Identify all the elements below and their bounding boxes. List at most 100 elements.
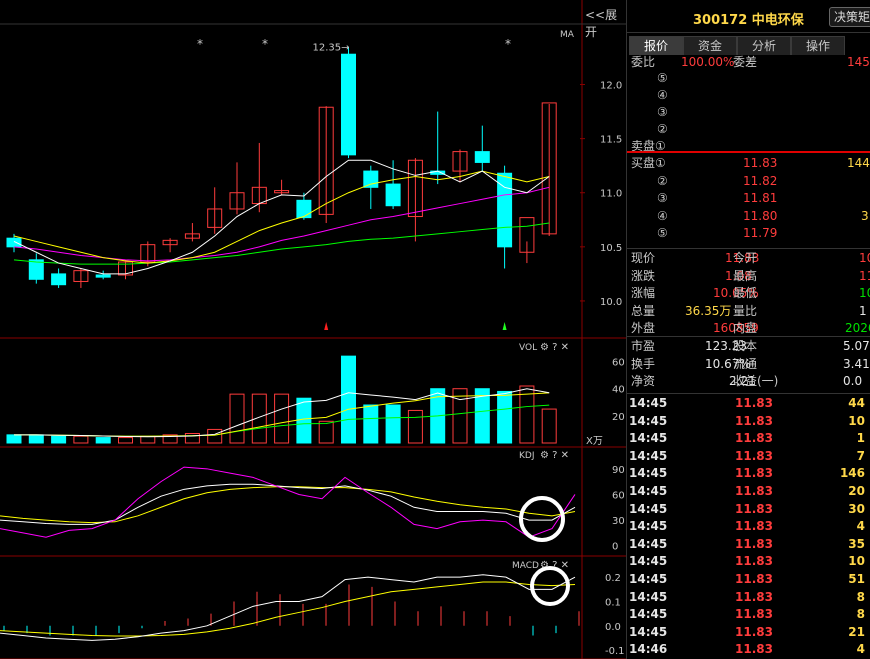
quote-label2: 今开 xyxy=(733,251,758,265)
tick-row: 14:45 11.83 35 xyxy=(629,536,869,553)
price-tick-label: 10.5 xyxy=(600,243,622,254)
tab-2[interactable]: 分析 xyxy=(737,36,791,55)
tick-price: 11.83 xyxy=(735,396,773,410)
stats-row: 换手 10.67% 流通 3.41 xyxy=(629,356,870,373)
price-tick-label: 12.0 xyxy=(600,81,622,92)
tick-volume: 44 xyxy=(848,396,865,410)
ma-label: MA xyxy=(560,30,575,40)
buy-row: 买盘① 11.83 1449 xyxy=(629,155,870,172)
stats-value2: 5.07 xyxy=(843,339,870,353)
candle-body xyxy=(363,170,379,188)
quote-row: 涨幅10.05%最低10 xyxy=(629,285,870,302)
volume-bar xyxy=(296,397,312,444)
kdj-tick-label: 60 xyxy=(612,490,625,501)
sell-label: ④ xyxy=(657,88,668,102)
quote-row: 外盘160859内盘2026 xyxy=(629,320,870,337)
macd-tick-label: 0.1 xyxy=(605,597,621,608)
marker-star: * xyxy=(505,37,511,51)
ma20-line xyxy=(13,186,550,262)
decision-matrix-button[interactable]: 决策矩阵 xyxy=(829,7,870,27)
tab-1[interactable]: 资金 xyxy=(683,36,737,55)
tick-price: 11.83 xyxy=(735,536,773,551)
signal-arrow-up xyxy=(324,322,329,330)
buy-volume: 1449 xyxy=(847,156,870,170)
stock-title: 300172 中电环保 xyxy=(693,13,804,28)
volume-bar xyxy=(95,437,111,444)
tick-volume: 146 xyxy=(839,466,865,481)
tick-price: 11.83 xyxy=(735,484,773,498)
quote-label: 涨跌 xyxy=(631,268,656,283)
vol-ma20-line xyxy=(14,404,550,437)
tick-row: 14:45 11.83 8 xyxy=(629,589,869,606)
tick-price: 11.83 xyxy=(735,519,773,534)
separator xyxy=(627,248,870,249)
tab-3[interactable]: 操作 xyxy=(791,36,845,55)
chart-area: 12.0 11.5 11.0 10.5 10.0 MA * * * 12.35→ VOL ⚙ ? ✕ 6… xyxy=(0,0,626,659)
weibi-label: 委比 xyxy=(631,55,656,69)
kdj-tick-label: 30 xyxy=(612,516,625,527)
candle-body xyxy=(6,237,22,248)
buy-price: 11.83 xyxy=(743,156,778,170)
vol-label: VOL xyxy=(519,343,537,353)
quote-value2: 1 xyxy=(859,303,867,318)
volume-bar xyxy=(229,393,245,444)
kdj-tick-label: 0 xyxy=(612,542,618,553)
volume-bar xyxy=(6,434,22,444)
tick-volume: 8 xyxy=(856,589,865,604)
tick-price: 11.83 xyxy=(735,554,773,569)
weicha-label: 委差 xyxy=(733,55,758,69)
marker-star: * xyxy=(262,37,268,51)
weibi-value: 100.00% xyxy=(681,55,735,69)
kdj-label: KDJ xyxy=(519,451,535,461)
expand-button[interactable]: <<展开 xyxy=(585,6,626,40)
tick-row: 14:46 11.83 4 xyxy=(629,641,869,658)
tick-row: 14:45 11.83 44 xyxy=(629,395,869,412)
tick-time: 14:45 xyxy=(629,448,668,463)
buy-price: 11.81 xyxy=(743,191,778,205)
buy-label: 买盘① xyxy=(631,156,666,170)
volume-bar xyxy=(363,404,379,444)
volume-bar xyxy=(341,355,356,444)
macd-tick-label: 0.2 xyxy=(605,573,621,584)
tick-time: 14:45 xyxy=(629,466,668,481)
tick-row: 14:45 11.83 10 xyxy=(629,413,869,430)
weicha-value: 1452 xyxy=(847,55,870,69)
macd-tick-label: -0.1 xyxy=(605,646,625,657)
tick-row: 14:45 11.83 8 xyxy=(629,606,869,623)
tick-price: 11.83 xyxy=(735,466,773,481)
volume-bar xyxy=(118,437,133,444)
stats-row: 净资 2.21 收益(一) 0.0 xyxy=(629,373,869,390)
price-tick-label: 11.0 xyxy=(600,189,622,200)
candle-body xyxy=(296,199,312,219)
tick-volume: 51 xyxy=(848,572,865,586)
vol-controls: ⚙ ? ✕ xyxy=(540,342,569,353)
kdj-controls: ⚙ ? ✕ xyxy=(540,450,569,461)
tick-row: 14:45 11.83 7 xyxy=(629,448,869,465)
vol-tick-label: 60 xyxy=(612,358,625,369)
stats-row: 市盈 123.23 股本 5.07 xyxy=(629,338,870,355)
quote-row: 涨跌1.08最高11 xyxy=(629,268,870,285)
volume-bar xyxy=(274,393,290,444)
tick-time: 14:45 xyxy=(629,589,668,604)
tab-0[interactable]: 报价 xyxy=(629,36,683,55)
tick-time: 14:45 xyxy=(629,572,668,586)
volume-bar xyxy=(407,409,423,444)
tick-volume: 10 xyxy=(848,413,865,428)
stats-value2: 0.0 xyxy=(843,374,863,388)
candle-body xyxy=(28,259,44,280)
quote-value2: 11 xyxy=(859,268,870,283)
tick-time: 14:45 xyxy=(629,501,668,516)
vol-tick-label: 20 xyxy=(612,412,625,423)
tick-volume: 7 xyxy=(856,448,865,463)
tick-time: 14:45 xyxy=(629,484,668,498)
quote-value: 36.35万 xyxy=(685,303,732,318)
quote-header: 300172 中电环保 决策矩阵 xyxy=(627,0,870,33)
tick-row: 14:45 11.83 146 xyxy=(629,465,869,482)
tick-volume: 21 xyxy=(848,624,865,639)
vol-tick-label: 40 xyxy=(612,385,625,396)
tick-price: 11.83 xyxy=(735,607,773,622)
quote-row: 总量 36.35万 量比 1 xyxy=(629,303,869,320)
vol-unit-label: X万 xyxy=(586,436,603,447)
tick-time: 14:45 xyxy=(629,607,668,622)
tick-time: 14:45 xyxy=(629,431,668,446)
